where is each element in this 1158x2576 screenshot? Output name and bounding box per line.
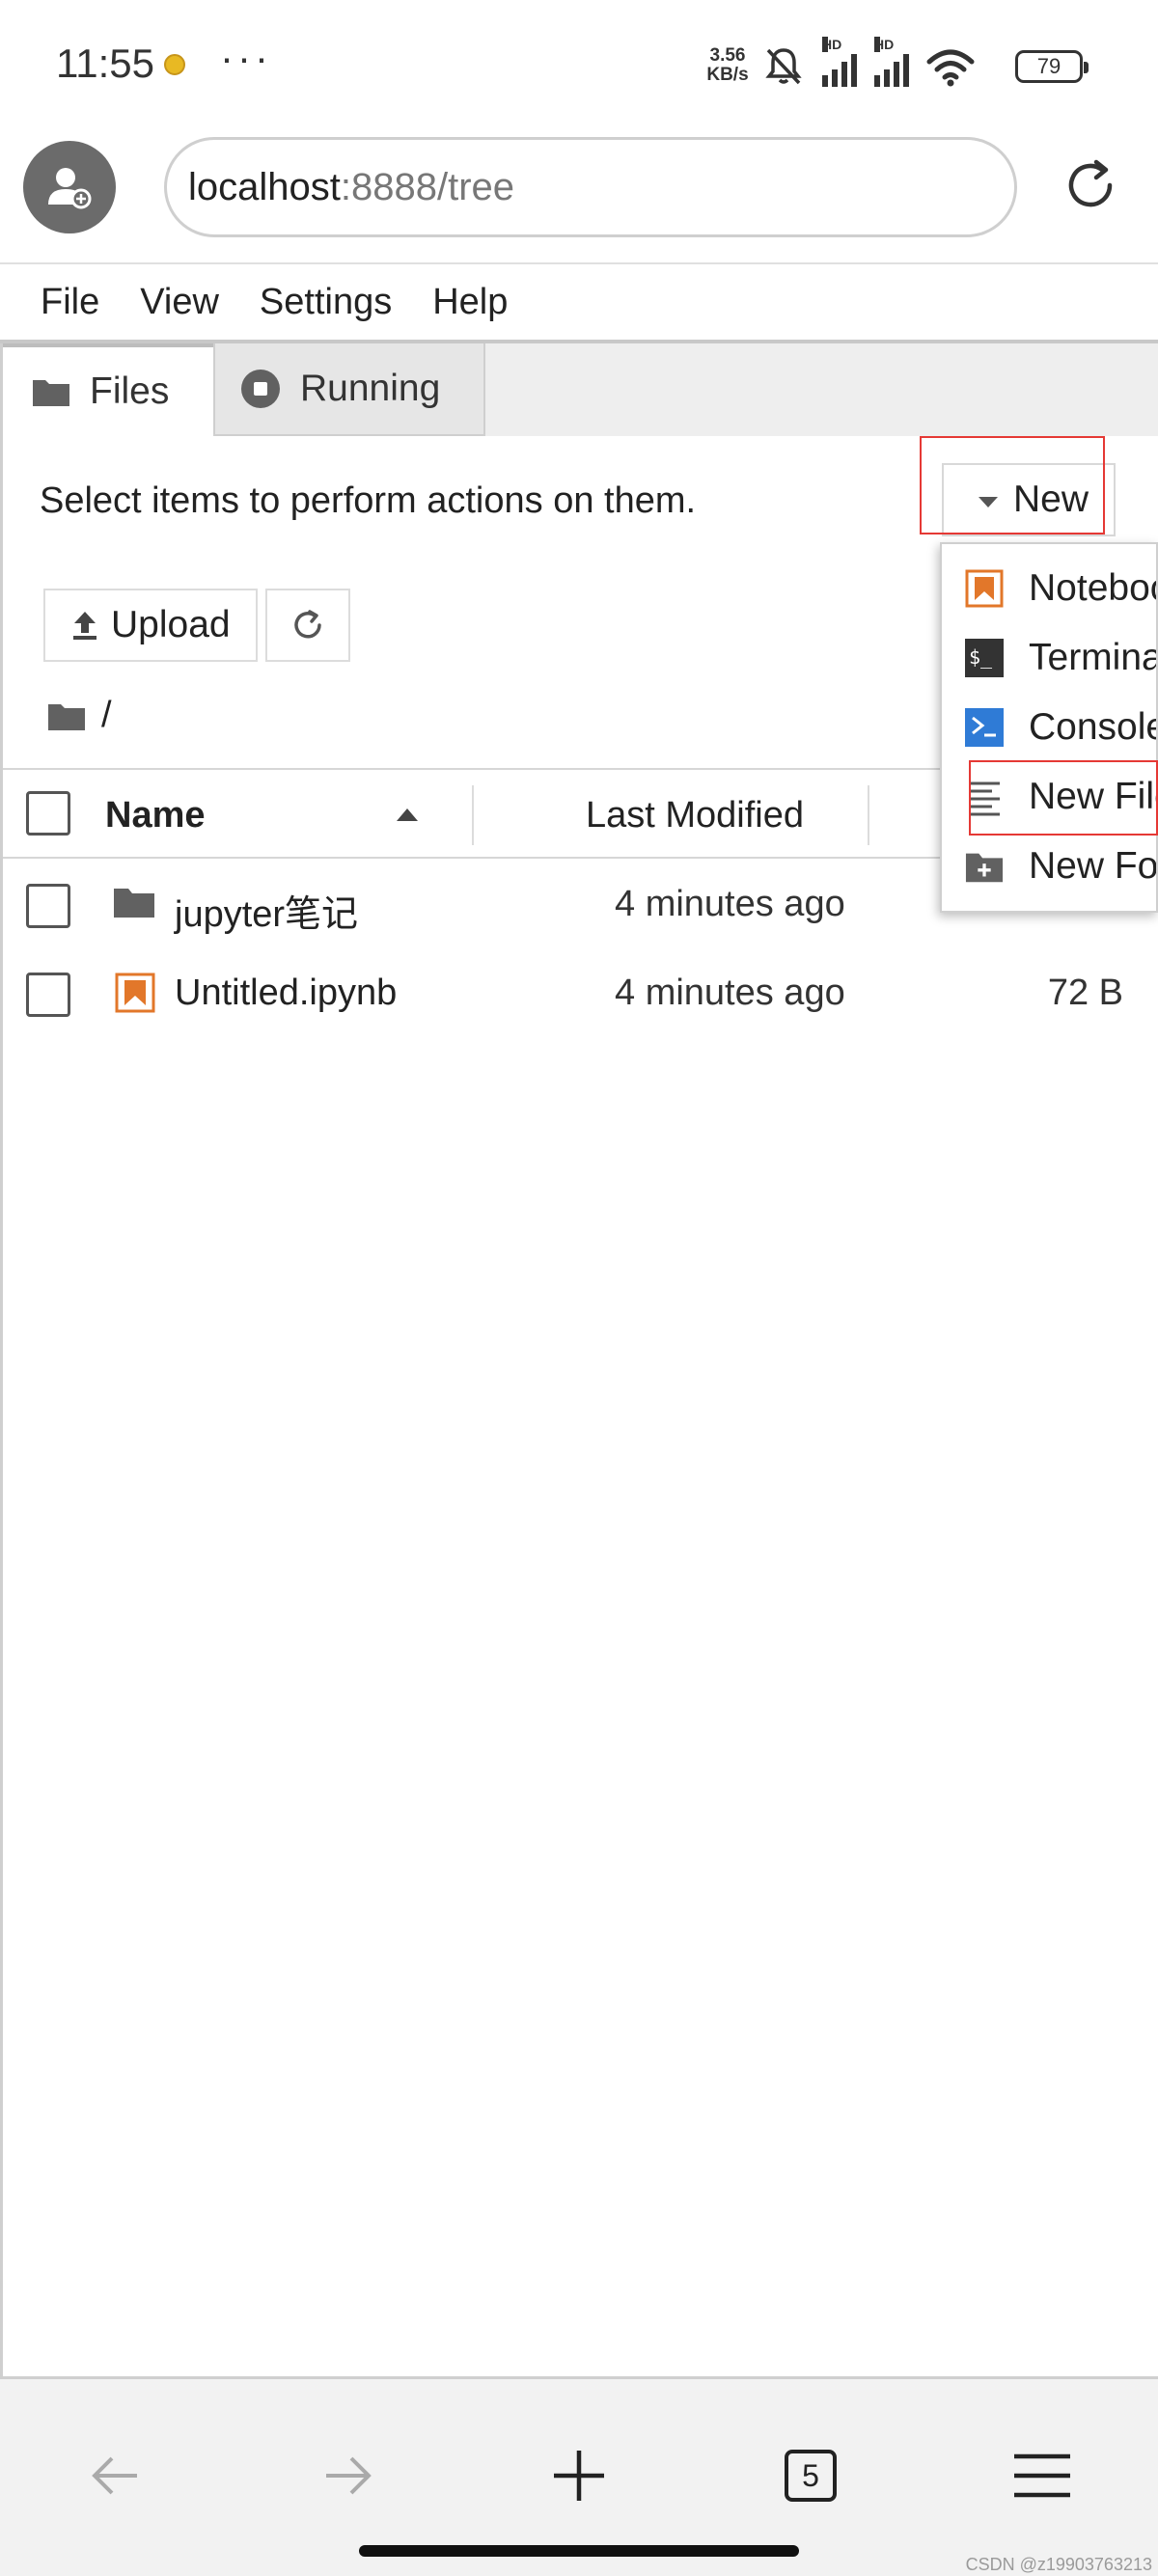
more-notifications-icon: ··· <box>220 35 272 80</box>
console-icon <box>965 708 1004 747</box>
battery-indicator: 79 <box>1015 50 1089 83</box>
user-icon <box>48 168 92 209</box>
menu-item-notebook[interactable]: Notebook <box>942 554 1156 623</box>
menu-item-label: Terminal <box>1029 637 1158 678</box>
new-dropdown-menu: Notebook $_ Terminal Console New File Ne… <box>940 542 1158 913</box>
network-speed-value: 3.56 <box>709 45 746 66</box>
status-bar: 11:55 ··· 3.56 KB/s HD HD 79 <box>0 0 1158 131</box>
tab-running[interactable]: Running <box>213 343 485 436</box>
browser-toolbar: localhost:8888/tree <box>0 131 1158 262</box>
network-speed: 3.56 KB/s <box>701 46 755 85</box>
menu-settings[interactable]: Settings <box>239 282 412 323</box>
file-name: Untitled.ipynb <box>175 973 398 1013</box>
column-name[interactable]: Name <box>105 795 206 836</box>
menu-item-label: Console <box>1029 706 1158 748</box>
upload-label: Upload <box>111 604 231 645</box>
column-divider[interactable] <box>472 785 474 845</box>
signal-strength-2-icon: HD <box>874 37 909 87</box>
tab-bar: Files Running <box>0 343 1158 436</box>
breadcrumb-root[interactable]: / <box>101 695 112 736</box>
arrow-left-icon <box>92 2456 137 2495</box>
file-modified: 4 minutes ago <box>615 884 845 924</box>
highlight-new-button <box>920 436 1105 534</box>
hamburger-menu-icon <box>1014 2453 1070 2498</box>
tab-running-label: Running <box>300 368 441 409</box>
stop-circle-icon <box>240 369 281 409</box>
reload-icon[interactable] <box>1060 154 1121 216</box>
refresh-icon <box>294 610 321 639</box>
status-icons: HD HD <box>762 37 975 87</box>
notification-icon <box>164 54 185 75</box>
file-size: 72 B <box>1047 973 1123 1013</box>
signal-strength-1-icon: HD <box>822 37 857 87</box>
tab-count: 5 <box>802 2457 819 2493</box>
tab-files-label: Files <box>90 370 170 412</box>
url-path: :8888/tree <box>340 166 515 208</box>
upload-icon <box>70 610 99 641</box>
wifi-icon <box>926 49 975 87</box>
menu-help[interactable]: Help <box>412 282 528 323</box>
menu-file[interactable]: File <box>0 282 120 323</box>
highlight-new-file <box>969 760 1158 836</box>
notebook-icon <box>965 569 1004 608</box>
folder-icon <box>32 376 70 407</box>
file-row-notebook[interactable]: Untitled.ipynb 4 minutes ago 72 B <box>3 949 1158 1038</box>
menu-view[interactable]: View <box>120 282 239 323</box>
column-divider[interactable] <box>868 785 869 845</box>
upload-button[interactable]: Upload <box>43 589 258 662</box>
terminal-icon: $_ <box>965 639 1004 677</box>
menu-item-new-folder[interactable]: New Folder <box>942 832 1158 901</box>
selection-hint: Select items to perform actions on them. <box>40 480 697 521</box>
plus-icon <box>554 2451 604 2501</box>
row-checkbox[interactable] <box>26 973 70 1017</box>
file-name: jupyter笔记 <box>175 894 359 935</box>
arrow-right-icon <box>326 2456 372 2495</box>
browser-menu-button[interactable] <box>994 2427 1090 2524</box>
row-checkbox[interactable] <box>26 884 70 928</box>
file-modified: 4 minutes ago <box>615 973 845 1013</box>
forward-button[interactable] <box>299 2427 396 2524</box>
network-speed-unit: KB/s <box>706 65 749 85</box>
notebook-icon <box>115 973 155 1018</box>
tabs-button[interactable]: 5 <box>762 2427 859 2524</box>
breadcrumb: / <box>47 695 112 736</box>
tab-count-icon: 5 <box>785 2450 837 2502</box>
folder-icon[interactable] <box>47 700 86 731</box>
tab-files[interactable]: Files <box>3 343 213 436</box>
status-time: 11:55 <box>56 41 154 86</box>
select-all-checkbox[interactable] <box>26 791 70 836</box>
home-indicator[interactable] <box>359 2545 799 2557</box>
browser-bottom-bar: 5 CSDN @z19903763213 <box>0 2379 1158 2576</box>
folder-icon <box>113 886 155 923</box>
mute-icon <box>765 48 802 85</box>
svg-text:$_: $_ <box>969 645 993 669</box>
menu-item-label: Notebook <box>1029 567 1156 609</box>
new-tab-button[interactable] <box>531 2427 627 2524</box>
watermark: CSDN @z19903763213 <box>965 2555 1152 2574</box>
sort-ascending-icon <box>397 808 418 821</box>
new-folder-icon <box>965 847 1004 886</box>
menu-item-label: New Folder <box>1029 845 1158 887</box>
menu-bar: File View Settings Help <box>0 262 1158 343</box>
profile-avatar[interactable] <box>23 141 116 233</box>
refresh-button[interactable] <box>265 589 350 662</box>
menu-item-terminal[interactable]: $_ Terminal <box>942 623 1158 693</box>
menu-item-console[interactable]: Console <box>942 693 1158 762</box>
back-button[interactable] <box>68 2427 164 2524</box>
address-bar[interactable]: localhost:8888/tree <box>164 137 1017 237</box>
column-last-modified[interactable]: Last Modified <box>586 795 804 836</box>
url-host: localhost <box>188 166 341 208</box>
